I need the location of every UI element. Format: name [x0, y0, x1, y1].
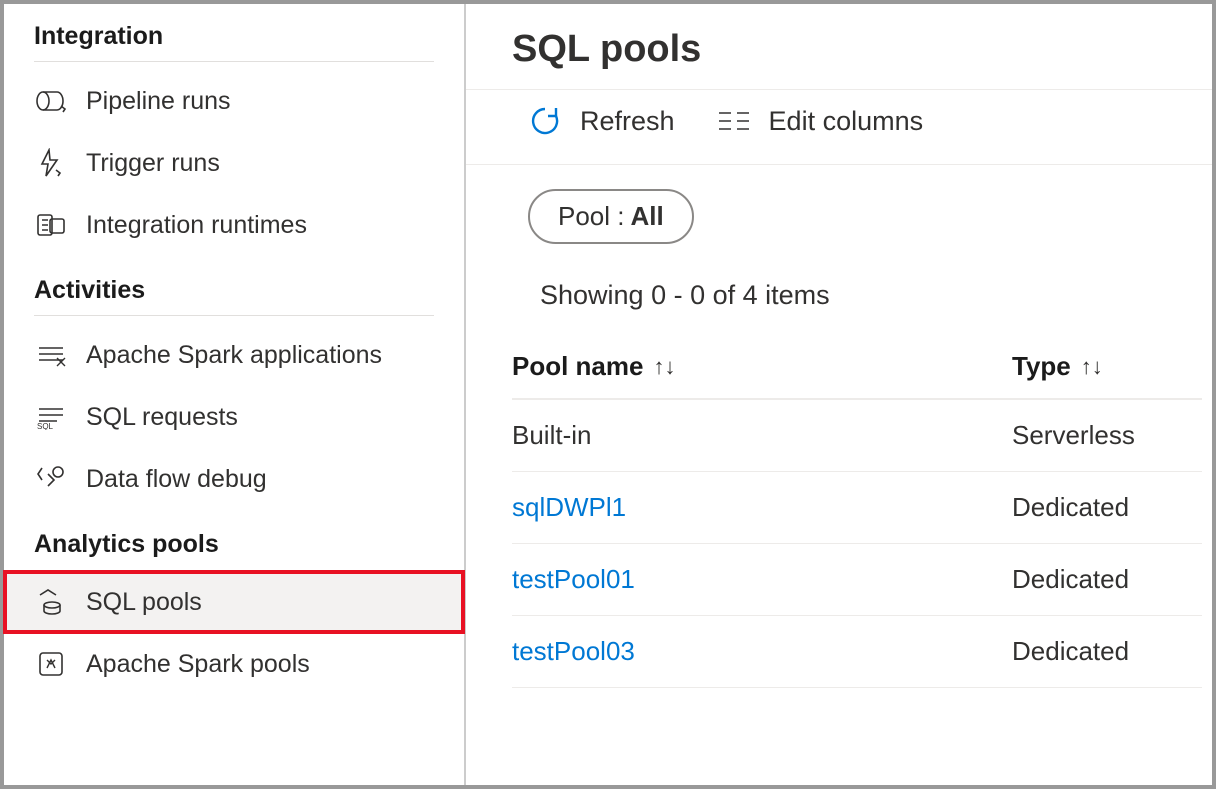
data-flow-debug-icon	[34, 464, 68, 494]
sql-pools-icon	[34, 587, 68, 617]
pool-name-link[interactable]: testPool03	[512, 636, 635, 667]
sidebar: Integration Pipeline runs Trigger runs I…	[4, 4, 466, 785]
column-header-type[interactable]: Type ↑↓	[1012, 351, 1202, 382]
pool-name-cell: Built-in	[512, 420, 591, 451]
sidebar-section-header-activities: Activities	[34, 276, 434, 316]
edit-columns-label: Edit columns	[769, 106, 924, 137]
pipeline-runs-icon	[34, 86, 68, 116]
sidebar-item-label: SQL pools	[86, 588, 202, 617]
edit-columns-icon	[717, 107, 751, 135]
sidebar-item-label: Pipeline runs	[86, 87, 231, 116]
sidebar-item-label: Apache Spark applications	[86, 341, 382, 370]
pool-type-cell: Dedicated	[1012, 564, 1129, 595]
svg-text:SQL: SQL	[37, 422, 54, 430]
refresh-label: Refresh	[580, 106, 675, 137]
sidebar-item-label: SQL requests	[86, 403, 238, 432]
sidebar-item-integration-runtimes[interactable]: Integration runtimes	[4, 194, 464, 256]
sidebar-item-sql-pools[interactable]: SQL pools	[4, 571, 464, 633]
sidebar-section-header-analytics-pools: Analytics pools	[34, 530, 434, 563]
column-header-pool-name[interactable]: Pool name ↑↓	[512, 351, 1012, 382]
sidebar-item-label: Integration runtimes	[86, 211, 307, 240]
pool-name-link[interactable]: sqlDWPl1	[512, 492, 626, 523]
pool-filter-pill[interactable]: Pool : All	[528, 189, 694, 244]
table-header-row: Pool name ↑↓ Type ↑↓	[512, 341, 1202, 400]
sidebar-item-pipeline-runs[interactable]: Pipeline runs	[4, 70, 464, 132]
sort-icon: ↑↓	[653, 354, 675, 380]
pool-type-cell: Dedicated	[1012, 492, 1129, 523]
table-row: Built-in Serverless	[512, 400, 1202, 472]
pools-table: Pool name ↑↓ Type ↑↓ Built-in Serverless…	[512, 341, 1202, 688]
sql-requests-icon: SQL	[34, 402, 68, 432]
integration-runtimes-icon	[34, 210, 68, 240]
table-row: testPool01 Dedicated	[512, 544, 1202, 616]
table-row: sqlDWPl1 Dedicated	[512, 472, 1202, 544]
pool-type-cell: Dedicated	[1012, 636, 1129, 667]
sidebar-item-label: Apache Spark pools	[86, 650, 310, 679]
pool-type-cell: Serverless	[1012, 420, 1135, 451]
refresh-icon	[528, 104, 562, 138]
pool-filter-label: Pool :	[558, 201, 625, 232]
sidebar-item-label: Trigger runs	[86, 149, 220, 178]
page-title: SQL pools	[466, 22, 1212, 89]
spark-applications-icon	[34, 340, 68, 370]
table-row: testPool03 Dedicated	[512, 616, 1202, 688]
sidebar-item-label: Data flow debug	[86, 465, 267, 494]
pool-name-link[interactable]: testPool01	[512, 564, 635, 595]
sidebar-item-trigger-runs[interactable]: Trigger runs	[4, 132, 464, 194]
sidebar-item-sql-requests[interactable]: SQL SQL requests	[4, 386, 464, 448]
toolbar: Refresh Edit columns	[466, 89, 1212, 165]
sidebar-item-data-flow-debug[interactable]: Data flow debug	[4, 448, 464, 510]
apache-spark-pools-icon	[34, 649, 68, 679]
trigger-runs-icon	[34, 148, 68, 178]
sidebar-section-header-integration: Integration	[34, 22, 434, 62]
edit-columns-button[interactable]: Edit columns	[717, 106, 924, 137]
sort-icon: ↑↓	[1081, 354, 1103, 380]
main-content: SQL pools Refresh Edit columns Pool : Al…	[466, 4, 1212, 785]
filter-row: Pool : All	[466, 165, 1212, 262]
sidebar-item-apache-spark-pools[interactable]: Apache Spark pools	[4, 633, 464, 695]
sidebar-item-apache-spark-applications[interactable]: Apache Spark applications	[4, 324, 464, 386]
refresh-button[interactable]: Refresh	[528, 104, 675, 138]
result-count-status: Showing 0 - 0 of 4 items	[466, 262, 1212, 341]
pool-filter-value: All	[631, 201, 664, 232]
